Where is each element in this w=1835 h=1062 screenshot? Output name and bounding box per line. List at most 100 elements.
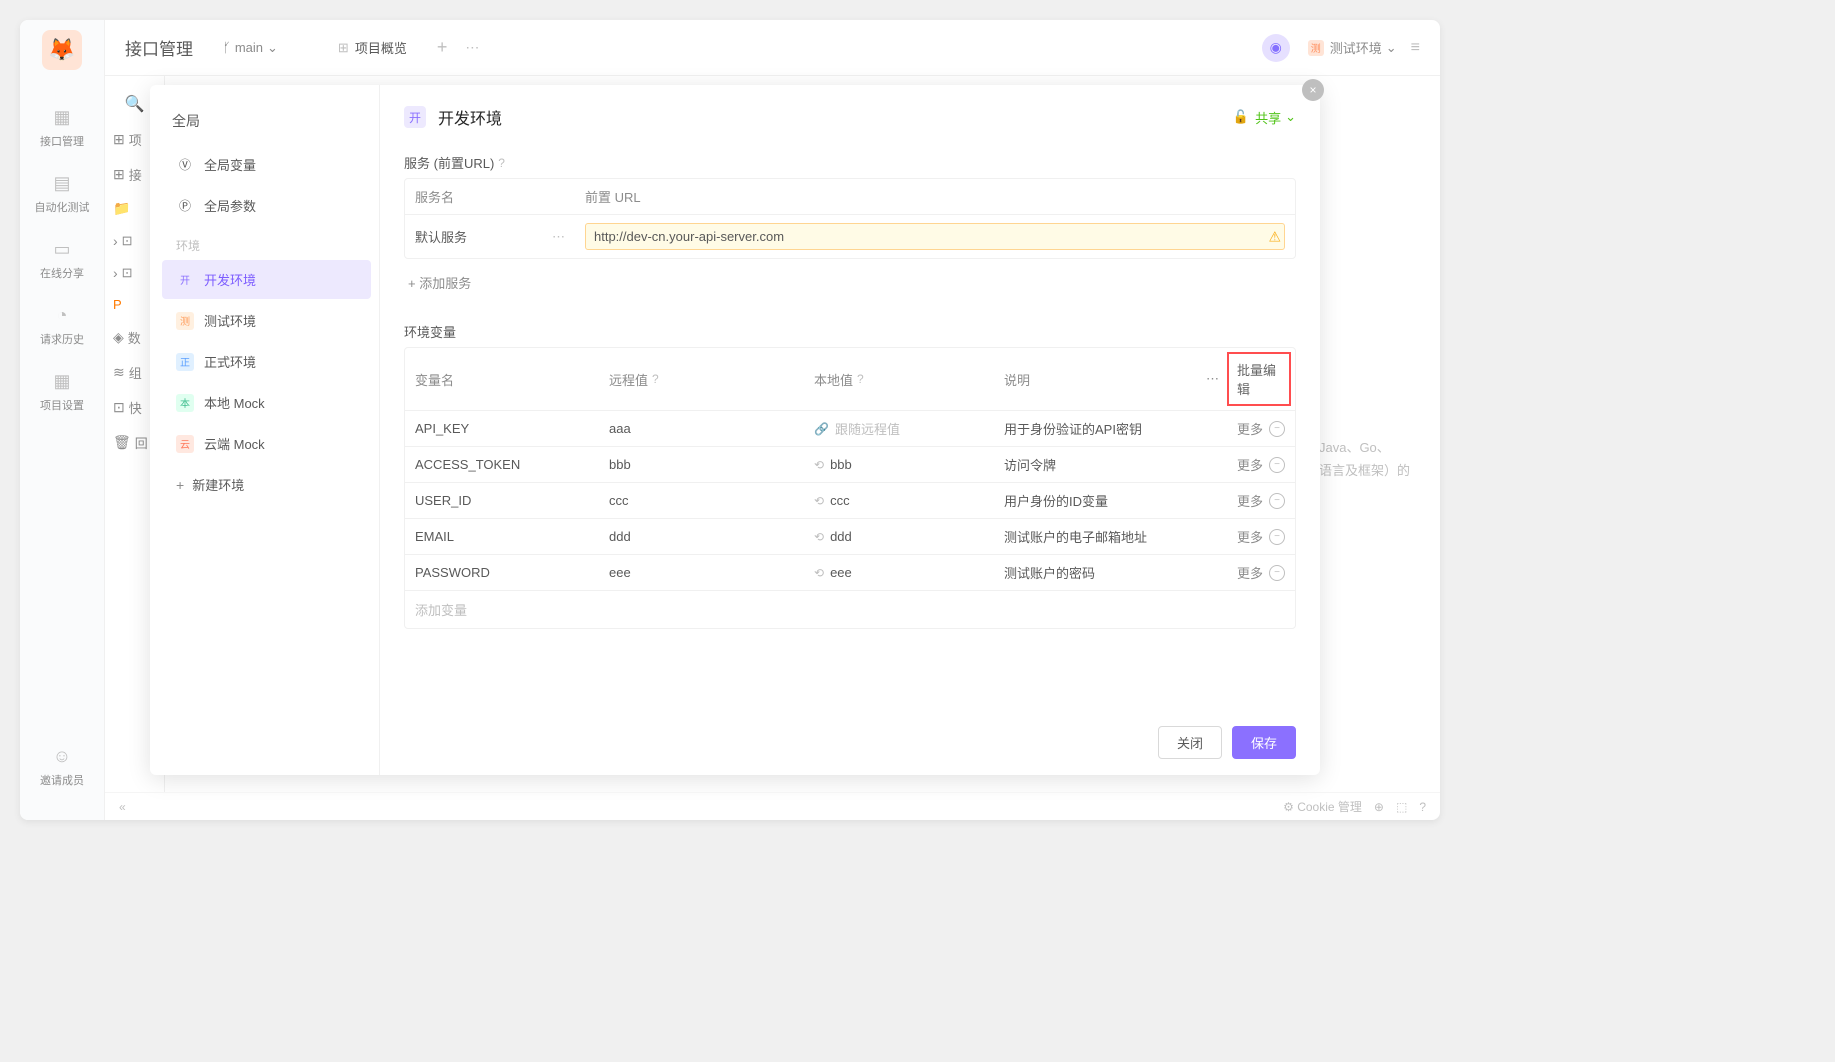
env-item-prod[interactable]: 正 正式环境: [162, 342, 371, 381]
share-button[interactable]: 🔓 共享 ⌄: [1233, 108, 1296, 127]
remove-icon[interactable]: −: [1269, 565, 1285, 581]
close-icon[interactable]: ×: [1302, 79, 1324, 101]
svc-header-row: 服务名 前置 URL: [405, 179, 1295, 215]
env-selector[interactable]: 测 测试环境 ⌄: [1308, 38, 1397, 57]
remove-icon[interactable]: −: [1269, 529, 1285, 545]
more-tabs-button[interactable]: ⋯: [465, 39, 481, 56]
modal-header: 开 开发环境 🔓 共享 ⌄: [404, 105, 1296, 129]
folder-icon: ⊞: [113, 166, 125, 183]
nav-invite[interactable]: ☺ 邀请成员: [20, 734, 104, 800]
nav-auto-test[interactable]: ▤ 自动化测试: [20, 161, 104, 227]
var-local[interactable]: ⟲bbb: [804, 447, 994, 482]
app-header: 接口管理 ᚶ main ⌄ ⊞ 项目概览 + ⋯ ◉ 测 测试环境 ⌄ ≡: [105, 20, 1440, 76]
box-icon[interactable]: ⬚: [1396, 800, 1407, 814]
app-window: 🦊 ▦ 接口管理 ▤ 自动化测试 ▭ 在线分享 ◔ 请求历史 ▦ 项目设置 ☺ …: [20, 20, 1440, 820]
var-header-more[interactable]: ⋯: [1196, 348, 1223, 410]
help-icon[interactable]: ?: [857, 372, 864, 386]
var-desc[interactable]: 测试账户的电子邮箱地址: [994, 519, 1223, 554]
var-desc[interactable]: 测试账户的密码: [994, 555, 1223, 590]
svc-header-url: 前置 URL: [575, 179, 1295, 214]
link-icon: 🔗: [814, 422, 829, 436]
service-table: 服务名 前置 URL 默认服务 ⋯ ⚠: [404, 178, 1296, 259]
batch-edit-button[interactable]: 批量编辑: [1227, 352, 1291, 406]
nav-settings[interactable]: ▦ 项目设置: [20, 359, 104, 425]
var-name[interactable]: PASSWORD: [405, 555, 599, 590]
var-name[interactable]: USER_ID: [405, 483, 599, 518]
var-row: PASSWORD eee ⟲eee 测试账户的密码 更多−: [405, 555, 1295, 591]
help-icon[interactable]: ?: [498, 156, 505, 170]
var-desc[interactable]: 用于身份验证的API密钥: [994, 411, 1223, 446]
env-badge-icon: 测: [176, 312, 194, 330]
var-local[interactable]: 🔗跟随远程值: [804, 411, 994, 446]
branch-selector[interactable]: ᚶ main ⌄: [223, 40, 278, 56]
help-icon[interactable]: ?: [1419, 800, 1426, 814]
env-badge-icon: 云: [176, 435, 194, 453]
env-badge-icon: 本: [176, 394, 194, 412]
var-remote[interactable]: bbb: [599, 447, 804, 482]
save-button[interactable]: 保存: [1232, 726, 1296, 759]
var-row: API_KEY aaa 🔗跟随远程值 用于身份验证的API密钥 更多−: [405, 411, 1295, 447]
more-dots-icon[interactable]: ⋯: [552, 229, 565, 245]
modal-sidebar: 全局 Ⓥ 全局变量 Ⓟ 全局参数 环境 开 开发环境 测 测试环境 正 正式环境: [150, 85, 380, 775]
nav-label: 接口管理: [40, 133, 84, 149]
svc-url-input[interactable]: [585, 223, 1285, 250]
help-icon[interactable]: ?: [652, 372, 659, 386]
cookie-mgmt-button[interactable]: ⚙ Cookie 管理: [1283, 798, 1362, 815]
var-remote[interactable]: aaa: [599, 411, 804, 446]
var-name[interactable]: EMAIL: [405, 519, 599, 554]
nav-api-mgmt[interactable]: ▦ 接口管理: [20, 95, 104, 161]
svc-url-cell: ⚠: [575, 215, 1295, 258]
bottom-bar: « ⚙ Cookie 管理 ⊕ ⬚ ?: [105, 792, 1440, 820]
header-right: ◉ 测 测试环境 ⌄ ≡: [1262, 34, 1420, 62]
var-local[interactable]: ⟲ddd: [804, 519, 994, 554]
more-button[interactable]: 更多: [1237, 419, 1263, 438]
remove-icon[interactable]: −: [1269, 493, 1285, 509]
var-local[interactable]: ⟲ccc: [804, 483, 994, 518]
global-params-item[interactable]: Ⓟ 全局参数: [162, 186, 371, 225]
more-button[interactable]: 更多: [1237, 491, 1263, 510]
nav-history[interactable]: ◔ 请求历史: [20, 293, 104, 359]
share-icon: ▭: [52, 239, 72, 259]
var-remote[interactable]: ddd: [599, 519, 804, 554]
env-modal: × 全局 Ⓥ 全局变量 Ⓟ 全局参数 环境 开 开发环境 测 测试环境 正: [150, 85, 1320, 775]
add-tab-button[interactable]: +: [437, 37, 448, 58]
var-remote[interactable]: ccc: [599, 483, 804, 518]
env-item-test[interactable]: 测 测试环境: [162, 301, 371, 340]
svc-name-cell: 默认服务 ⋯: [405, 215, 575, 258]
var-name[interactable]: ACCESS_TOKEN: [405, 447, 599, 482]
remove-icon[interactable]: −: [1269, 421, 1285, 437]
plus-circle-icon[interactable]: ⊕: [1374, 800, 1384, 814]
env-badge-icon: 正: [176, 353, 194, 371]
menu-icon[interactable]: ≡: [1411, 39, 1420, 57]
sync-icon: ⟲: [814, 566, 824, 580]
env-label: 云端 Mock: [204, 434, 265, 453]
more-button[interactable]: 更多: [1237, 455, 1263, 474]
var-actions: 更多−: [1223, 555, 1295, 590]
add-service-button[interactable]: + 添加服务: [404, 265, 1296, 300]
warning-icon: ⚠: [1268, 228, 1281, 245]
new-env-button[interactable]: + 新建环境: [162, 465, 379, 504]
nav-share[interactable]: ▭ 在线分享: [20, 227, 104, 293]
tab-overview[interactable]: ⊞ 项目概览: [338, 38, 407, 57]
add-var-row[interactable]: 添加变量: [405, 591, 1295, 628]
close-button[interactable]: 关闭: [1158, 726, 1222, 759]
env-item-dev[interactable]: 开 开发环境: [162, 260, 371, 299]
var-remote[interactable]: eee: [599, 555, 804, 590]
var-local[interactable]: ⟲eee: [804, 555, 994, 590]
var-desc[interactable]: 访问令牌: [994, 447, 1223, 482]
env-item-local-mock[interactable]: 本 本地 Mock: [162, 383, 371, 422]
app-logo[interactable]: 🦊: [42, 30, 82, 70]
new-env-label: 新建环境: [192, 475, 244, 494]
global-vars-item[interactable]: Ⓥ 全局变量: [162, 145, 371, 184]
env-item-cloud-mock[interactable]: 云 云端 Mock: [162, 424, 371, 463]
more-button[interactable]: 更多: [1237, 527, 1263, 546]
var-desc[interactable]: 用户身份的ID变量: [994, 483, 1223, 518]
more-button[interactable]: 更多: [1237, 563, 1263, 582]
collapse-icon[interactable]: «: [119, 800, 126, 814]
sync-icon: ⟲: [814, 494, 824, 508]
var-name[interactable]: API_KEY: [405, 411, 599, 446]
notification-icon[interactable]: ◉: [1262, 34, 1290, 62]
service-section-title: 服务 (前置URL) ?: [404, 153, 1296, 172]
remove-icon[interactable]: −: [1269, 457, 1285, 473]
folder-icon: ⊞: [113, 131, 125, 148]
